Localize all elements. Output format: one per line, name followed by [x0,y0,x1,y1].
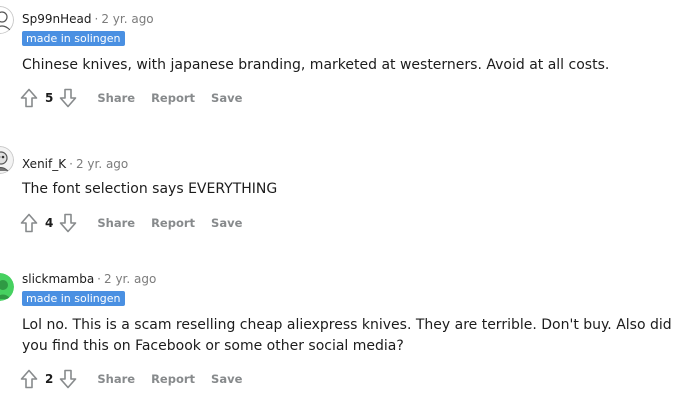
comment-meta: Xenif_K · 2 yr. ago [22,157,128,171]
upvote-button[interactable] [18,212,40,234]
comment-time[interactable]: 2 yr. ago [76,157,128,171]
downvote-button[interactable] [57,87,79,109]
meta-separator: · [94,12,99,26]
comment-actions: 4 Share Report Save [18,211,246,235]
vote-score: 2 [45,372,54,386]
share-button[interactable]: Share [93,370,139,388]
upvote-icon [20,213,38,233]
upvote-icon [20,369,38,389]
downvote-icon [60,369,77,389]
meta-separator: · [69,157,73,171]
avatar[interactable] [0,273,14,301]
downvote-icon [60,88,77,108]
report-button[interactable]: Report [147,214,199,232]
upvote-button[interactable] [18,87,40,109]
report-button[interactable]: Report [147,370,199,388]
user-flair: made in solingen [22,291,125,306]
upvote-icon [20,88,38,108]
save-button[interactable]: Save [207,89,246,107]
share-button[interactable]: Share [93,89,139,107]
comment-author[interactable]: Sp99nHead [22,12,92,26]
downvote-button[interactable] [57,212,79,234]
comment-body: The font selection says EVERYTHING [22,181,278,197]
comment-thread: Sp99nHead · 2 yr. ago made in solingen Chi… [0,0,700,412]
report-button[interactable]: Report [147,89,199,107]
downvote-button[interactable] [57,368,79,390]
avatar[interactable] [0,6,14,34]
comment-actions: 5 Share Report Save [18,86,246,110]
share-button[interactable]: Share [93,214,139,232]
vote-score: 5 [45,91,54,105]
comment-time[interactable]: 2 yr. ago [101,12,153,26]
comment-body: Lol no. This is a scam reselling cheap a… [22,317,672,354]
comment-meta: slickmamba · 2 yr. ago [22,272,156,286]
comment-author[interactable]: Xenif_K [22,157,66,171]
save-button[interactable]: Save [207,370,246,388]
vote-score: 4 [45,216,54,230]
user-flair: made in solingen [22,31,125,46]
comment-body: Chinese knives, with japanese branding, … [22,57,610,73]
comment-meta: Sp99nHead · 2 yr. ago [22,12,154,26]
comment-time[interactable]: 2 yr. ago [104,272,156,286]
downvote-icon [60,213,77,233]
comment-author[interactable]: slickmamba [22,272,94,286]
comment-actions: 2 Share Report Save [18,367,246,391]
avatar[interactable] [0,146,14,174]
save-button[interactable]: Save [207,214,246,232]
upvote-button[interactable] [18,368,40,390]
meta-separator: · [97,272,101,286]
